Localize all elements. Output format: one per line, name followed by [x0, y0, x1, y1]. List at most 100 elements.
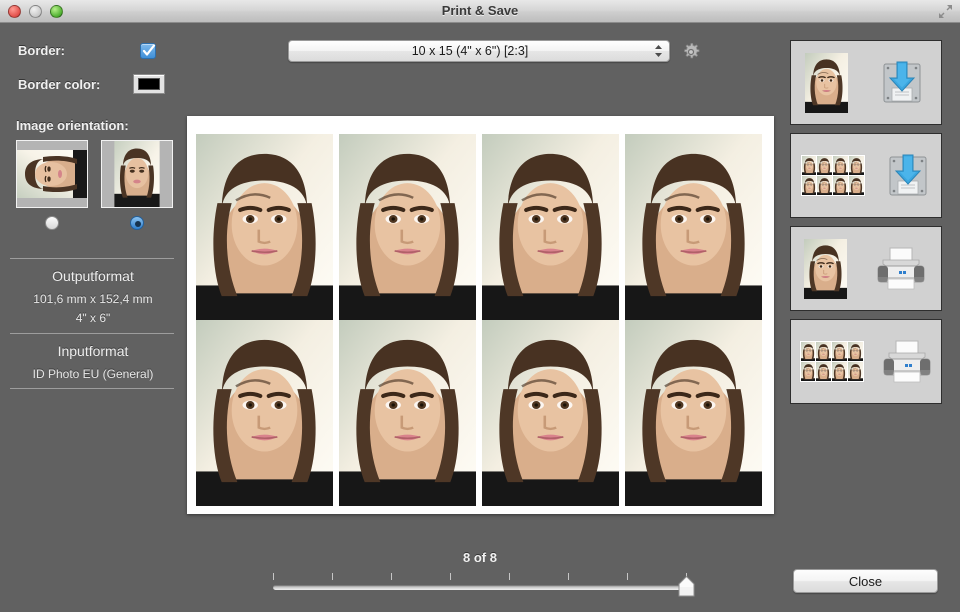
- left-sidebar: Border: Border color: Image orientation:: [0, 23, 186, 612]
- id-portrait-photo: [196, 134, 333, 320]
- id-portrait-photo: [482, 134, 619, 320]
- id-portrait-photo: [817, 156, 832, 175]
- checkmark-icon: [142, 44, 156, 58]
- photo-sheet-preview: [187, 116, 774, 514]
- slider-tick-marks: [273, 573, 687, 581]
- window-titlebar: Print & Save: [0, 0, 960, 23]
- border-row: Border:: [18, 43, 65, 58]
- id-portrait-photo: [833, 156, 848, 175]
- mini-photo: [817, 176, 832, 195]
- id-portrait-photo: [849, 156, 864, 175]
- slider-tick: [568, 573, 569, 580]
- mini-photo: [833, 156, 848, 175]
- mini-photo: [849, 176, 864, 195]
- id-portrait-photo: [848, 342, 863, 361]
- chevron-updown-icon: [654, 44, 663, 58]
- id-portrait-photo: [817, 176, 832, 195]
- id-portrait-photo: [625, 134, 762, 320]
- photo-count-label: 8 of 8: [273, 550, 687, 565]
- save-photo-sheet-button[interactable]: [790, 133, 942, 218]
- portrait-photo-upright: [113, 141, 161, 207]
- printer-icon: [880, 339, 934, 385]
- slider-tick: [273, 573, 274, 580]
- border-color-swatch[interactable]: [133, 74, 165, 94]
- orientation-options: [16, 140, 173, 230]
- save-disk-icon: [877, 58, 927, 108]
- paper-size-dropdown[interactable]: 10 x 15 (4" x 6") [2:3]: [288, 40, 670, 62]
- image-orientation-row: Image orientation:: [16, 118, 129, 133]
- orientation-option-landscape: [16, 140, 88, 230]
- photo-sheet-thumbnail: [799, 340, 865, 383]
- print-and-save-window: Print & Save Border: Border color: Image…: [0, 0, 960, 612]
- orientation-radio-portrait[interactable]: [130, 216, 144, 230]
- window-title: Print & Save: [0, 0, 960, 22]
- slider-tick: [450, 573, 451, 580]
- print-single-photo-button[interactable]: [790, 226, 942, 311]
- sidebar-divider-2: [10, 333, 174, 334]
- id-portrait-photo: [832, 362, 847, 381]
- gear-icon[interactable]: [680, 41, 702, 63]
- id-portrait-photo: [625, 320, 762, 506]
- inputformat-value: ID Photo EU (General): [0, 367, 186, 381]
- landscape-thumbnail[interactable]: [16, 140, 88, 208]
- id-portrait-photo: [339, 320, 476, 506]
- mini-photo: [801, 362, 816, 381]
- mini-photo: [832, 342, 847, 361]
- action-button-group: [790, 40, 942, 404]
- border-checkbox[interactable]: [140, 43, 156, 59]
- id-portrait-photo: [482, 320, 619, 506]
- mini-photo: [817, 156, 832, 175]
- photo-cell: [196, 134, 333, 320]
- id-portrait-photo: [804, 239, 847, 299]
- mini-photo: [848, 342, 863, 361]
- id-portrait-photo: [832, 342, 847, 361]
- photo-cell: [196, 320, 333, 506]
- mini-photo: [816, 342, 831, 361]
- save-disk-icon: [883, 151, 933, 201]
- photo-cell: [482, 134, 619, 320]
- sidebar-divider-1: [10, 258, 174, 259]
- print-photo-sheet-button[interactable]: [790, 319, 942, 404]
- mini-photo: [832, 362, 847, 381]
- border-color-label: Border color:: [18, 77, 100, 92]
- slider-tick: [627, 573, 628, 580]
- mini-photo: [848, 362, 863, 381]
- portrait-thumbnail[interactable]: [101, 140, 173, 208]
- paper-size-value: 10 x 15 (4" x 6") [2:3]: [289, 41, 669, 61]
- slider-tick: [391, 573, 392, 580]
- orientation-radio-landscape[interactable]: [45, 216, 59, 230]
- id-portrait-photo: [833, 176, 848, 195]
- border-color-row: Border color:: [18, 77, 100, 92]
- id-portrait-photo: [816, 362, 831, 381]
- photo-count-slider-area: 8 of 8: [273, 550, 687, 590]
- single-photo-thumbnail: [804, 239, 847, 299]
- id-portrait-photo: [339, 134, 476, 320]
- single-photo-thumbnail: [805, 53, 848, 113]
- mini-photo: [833, 176, 848, 195]
- landscape-radio-row: [16, 216, 88, 230]
- save-single-photo-button[interactable]: [790, 40, 942, 125]
- id-portrait-photo: [816, 342, 831, 361]
- outputformat-imperial: 4" x 6": [0, 311, 186, 325]
- border-label: Border:: [18, 43, 65, 58]
- id-portrait-photo: [849, 176, 864, 195]
- orientation-option-portrait: [101, 140, 173, 230]
- resize-fullscreen-icon[interactable]: [938, 4, 953, 19]
- slider-tick: [509, 573, 510, 580]
- id-portrait-photo: [196, 320, 333, 506]
- outputformat-heading: Outputformat: [0, 268, 186, 284]
- photo-sheet-thumbnail: [800, 154, 866, 197]
- printer-icon: [874, 246, 928, 292]
- mini-photo: [802, 176, 817, 195]
- id-portrait-photo: [802, 176, 817, 195]
- photo-cell: [339, 320, 476, 506]
- photo-cell: [625, 320, 762, 506]
- photo-grid: [196, 134, 762, 506]
- portrait-radio-row: [101, 216, 173, 230]
- inputformat-heading: Inputformat: [0, 343, 186, 359]
- id-portrait-photo: [801, 342, 816, 361]
- slider-track[interactable]: [273, 585, 687, 590]
- outputformat-metric: 101,6 mm x 152,4 mm: [0, 292, 186, 306]
- close-button[interactable]: Close: [793, 569, 938, 593]
- slider-handle[interactable]: [678, 576, 695, 597]
